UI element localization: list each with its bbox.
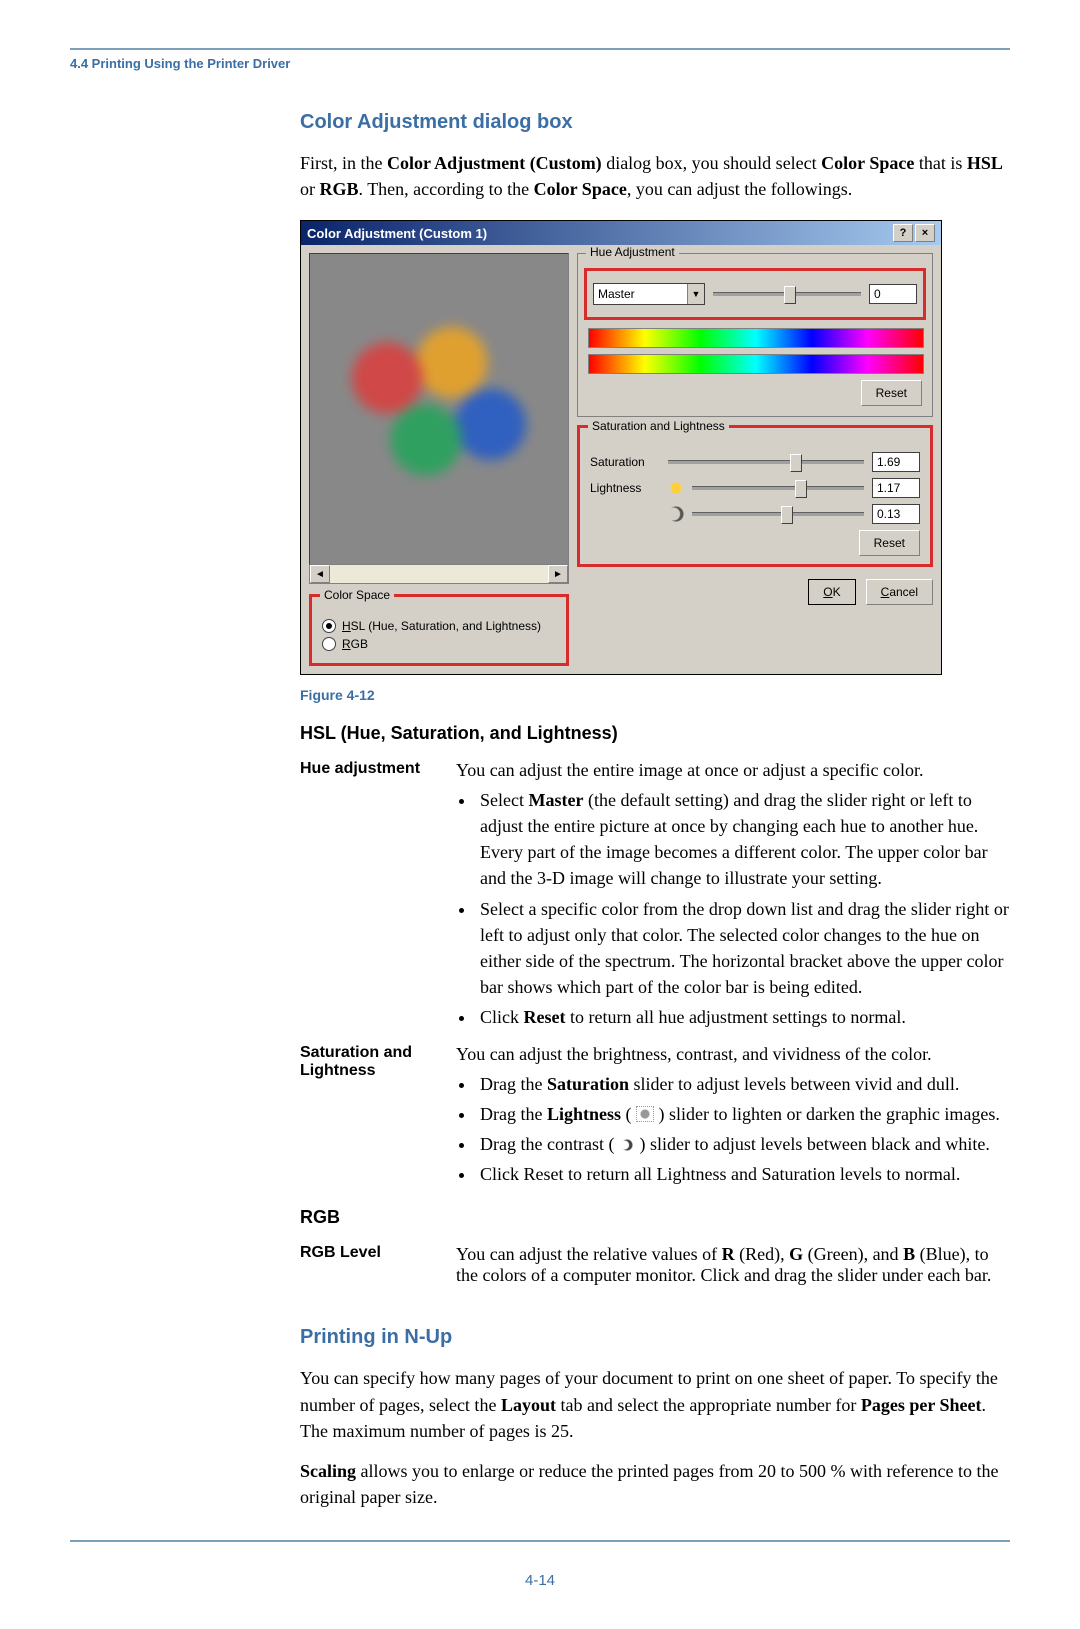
hue-spectrum-top xyxy=(588,328,924,348)
lightness-label: Lightness xyxy=(590,481,660,495)
heading-nup: Printing in N-Up xyxy=(300,1326,1010,1349)
hue-slider[interactable] xyxy=(713,284,861,304)
moon-inline-icon xyxy=(619,1138,635,1152)
help-icon[interactable]: ? xyxy=(893,224,913,242)
lightness-slider[interactable] xyxy=(692,478,864,498)
sat-light-group: Saturation and Lightness Saturation 1.69… xyxy=(577,425,933,567)
color-adjustment-dialog: Color Adjustment (Custom 1) ? × ◄ ► Colo… xyxy=(300,220,942,675)
color-space-group: Color Space HSL (Hue, Saturation, and Li… xyxy=(309,594,569,666)
sl-bullet-4: Click Reset to return all Lightness and … xyxy=(476,1161,1010,1187)
hue-desc: You can adjust the entire image at once … xyxy=(456,760,924,780)
dialog-titlebar[interactable]: Color Adjustment (Custom 1) ? × xyxy=(301,221,941,245)
moon-icon xyxy=(668,506,684,522)
radio-hsl[interactable]: HSL (Hue, Saturation, and Lightness) xyxy=(322,619,556,633)
satlight-desc: You can adjust the brightness, contrast,… xyxy=(456,1044,932,1064)
nup-paragraph-1: You can specify how many pages of your d… xyxy=(300,1365,1010,1443)
contrast-slider[interactable] xyxy=(692,504,864,524)
hue-target-select[interactable]: Master ▼ xyxy=(593,283,705,305)
sun-icon xyxy=(668,480,684,496)
rgb-desc: You can adjust the relative values of R … xyxy=(456,1244,1010,1286)
hue-bullet-1: Select Master (the default setting) and … xyxy=(476,787,1010,891)
hue-bullet-3: Click Reset to return all hue adjustment… xyxy=(476,1004,1010,1030)
heading-hsl: HSL (Hue, Saturation, and Lightness) xyxy=(300,723,1010,744)
page-number: 4-14 xyxy=(70,1572,1010,1589)
close-icon[interactable]: × xyxy=(915,224,935,242)
sl-bullet-3: Drag the contrast ( ) slider to adjust l… xyxy=(476,1131,1010,1157)
term-sat-light: Saturation and Lightness xyxy=(300,1044,456,1080)
preview-image xyxy=(309,253,569,565)
lightness-value[interactable]: 1.17 xyxy=(872,478,920,498)
breadcrumb: 4.4 Printing Using the Printer Driver xyxy=(70,56,1010,71)
hue-spectrum-bottom xyxy=(588,354,924,374)
hue-reset-button[interactable]: Reset xyxy=(861,380,922,406)
sl-bullet-1: Drag the Saturation slider to adjust lev… xyxy=(476,1071,1010,1097)
hue-value[interactable]: 0 xyxy=(869,284,917,304)
dialog-title: Color Adjustment (Custom 1) xyxy=(307,226,487,241)
heading-color-adjustment: Color Adjustment dialog box xyxy=(300,111,1010,134)
ok-button[interactable]: OK xyxy=(808,579,855,605)
chevron-down-icon[interactable]: ▼ xyxy=(687,284,704,304)
intro-paragraph: First, in the Color Adjustment (Custom) … xyxy=(300,150,1010,202)
satlight-reset-button[interactable]: Reset xyxy=(859,530,920,556)
hue-legend: Hue Adjustment xyxy=(586,245,679,259)
color-space-legend: Color Space xyxy=(320,588,394,602)
scroll-right-icon[interactable]: ► xyxy=(548,565,568,583)
sat-legend: Saturation and Lightness xyxy=(588,419,729,433)
sun-inline-icon xyxy=(636,1106,654,1122)
heading-rgb: RGB xyxy=(300,1207,1010,1228)
scroll-left-icon[interactable]: ◄ xyxy=(310,565,330,583)
sl-bullet-2: Drag the Lightness ( ) slider to lighten… xyxy=(476,1101,1010,1127)
figure-caption: Figure 4-12 xyxy=(300,687,1010,703)
cancel-button[interactable]: Cancel xyxy=(866,579,933,605)
hue-adjustment-group: Hue Adjustment Master ▼ 0 xyxy=(577,253,933,417)
preview-scrollbar[interactable]: ◄ ► xyxy=(309,565,569,584)
saturation-value[interactable]: 1.69 xyxy=(872,452,920,472)
saturation-label: Saturation xyxy=(590,455,660,469)
term-rgb-level: RGB Level xyxy=(300,1244,456,1262)
hue-select-value: Master xyxy=(594,287,687,301)
term-hue-adjustment: Hue adjustment xyxy=(300,760,456,778)
radio-rgb[interactable]: RGB xyxy=(322,637,556,651)
nup-paragraph-2: Scaling allows you to enlarge or reduce … xyxy=(300,1458,1010,1510)
hue-bullet-2: Select a specific color from the drop do… xyxy=(476,896,1010,1000)
contrast-value[interactable]: 0.13 xyxy=(872,504,920,524)
saturation-slider[interactable] xyxy=(668,452,864,472)
